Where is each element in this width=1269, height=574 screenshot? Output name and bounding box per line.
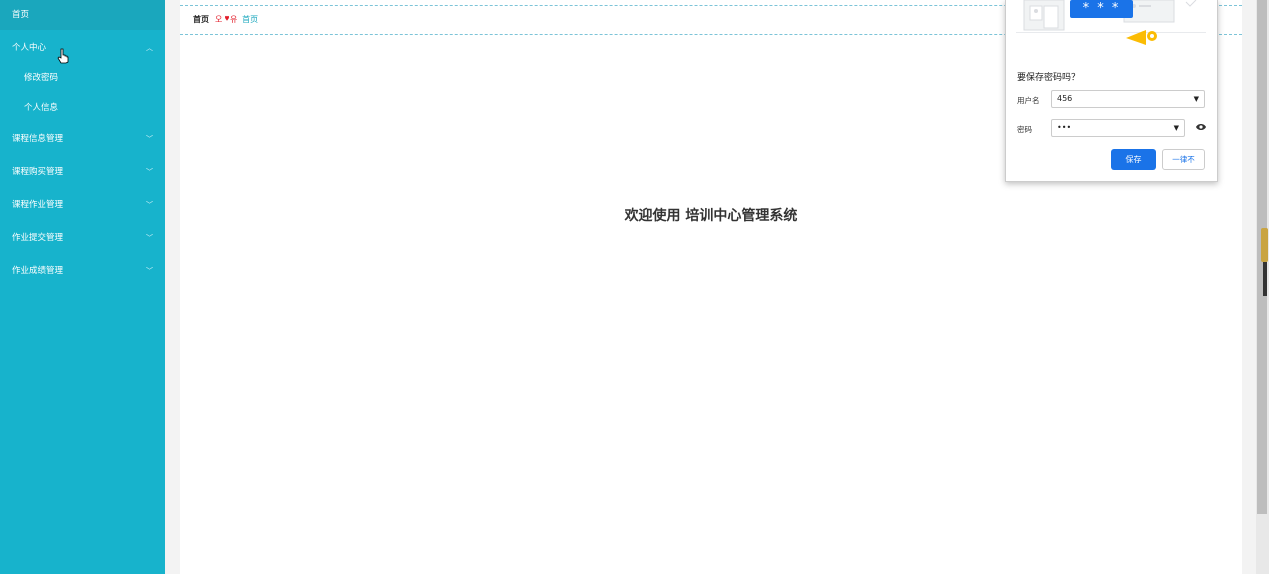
breadcrumb-current: 首页 (242, 15, 259, 24)
save-button[interactable]: 保存 (1111, 149, 1156, 170)
sidebar-item-course-info[interactable]: 课程信息管理 ﹀ (0, 123, 165, 156)
svg-text:오: 오 (215, 15, 222, 23)
svg-text:유: 유 (230, 15, 237, 23)
chevron-down-icon: ﹀ (146, 234, 153, 242)
chevron-down-icon: ﹀ (146, 267, 153, 275)
sidebar-item-course-homework[interactable]: 课程作业管理 ﹀ (0, 189, 165, 222)
sidebar-item-label: 作业提交管理 (12, 233, 64, 243)
username-label: 用户名 (1017, 96, 1040, 105)
sidebar-item-label: 个人信息 (24, 103, 59, 113)
masked-password-preview: * * * (1070, 0, 1133, 18)
scrollbar-marker (1261, 228, 1268, 262)
username-value: 456 (1057, 94, 1073, 103)
chevron-down-icon: ﹀ (146, 168, 153, 176)
sidebar-item-personal-center[interactable]: 个人中心 ︿ (0, 32, 165, 65)
password-label: 密码 (1017, 125, 1032, 134)
sidebar-item-label: 个人中心 (12, 43, 47, 53)
sidebar-item-label: 修改密码 (24, 73, 59, 83)
sidebar-item-course-purchase[interactable]: 课程购买管理 ﹀ (0, 156, 165, 189)
username-select[interactable]: 456 ▼ (1051, 90, 1205, 108)
sidebar: 首页 个人中心 ︿ 修改密码 个人信息 课程信息管理 ﹀ 课程购买管理 ﹀ 课程… (0, 0, 165, 574)
never-button[interactable]: 一律不 (1162, 149, 1205, 170)
sidebar-item-label: 首页 (12, 10, 30, 20)
eye-icon[interactable] (1196, 123, 1206, 131)
chevron-down-icon: ﹀ (146, 201, 153, 209)
sidebar-item-homework-grades[interactable]: 作业成绩管理 ﹀ (0, 255, 165, 288)
dropdown-arrow-icon: ▼ (1173, 124, 1179, 132)
save-password-popup: * * * 要保存密码吗？ 用户名 456 ▼ 密码 ••• ▼ 保存 一律不 (1005, 0, 1218, 182)
sidebar-item-label: 作业成绩管理 (12, 266, 64, 276)
password-value: ••• (1057, 123, 1072, 132)
breadcrumb-separator-icon: 오 유 (215, 15, 240, 24)
welcome-heading: 欢迎使用 培训中心管理系统 (624, 208, 798, 224)
sidebar-item-label: 课程作业管理 (12, 200, 64, 210)
popup-title: 要保存密码吗？ (1017, 73, 1081, 83)
chevron-down-icon: ﹀ (146, 135, 153, 143)
sidebar-item-label: 课程信息管理 (12, 134, 64, 144)
chevron-up-icon: ︿ (146, 44, 153, 52)
sidebar-subitem-personal-info[interactable]: 个人信息 (0, 93, 165, 123)
scrollbar-marker-end (1263, 262, 1267, 296)
breadcrumb-home[interactable]: 首页 (193, 15, 209, 24)
sidebar-item-label: 课程购买管理 (12, 167, 64, 177)
sidebar-subitem-change-password[interactable]: 修改密码 (0, 63, 165, 93)
sidebar-item-home[interactable]: 首页 (0, 0, 165, 30)
password-select[interactable]: ••• ▼ (1051, 119, 1185, 137)
hand-cursor-icon (57, 48, 69, 64)
sidebar-item-homework-submission[interactable]: 作业提交管理 ﹀ (0, 222, 165, 255)
dropdown-arrow-icon: ▼ (1193, 95, 1199, 103)
